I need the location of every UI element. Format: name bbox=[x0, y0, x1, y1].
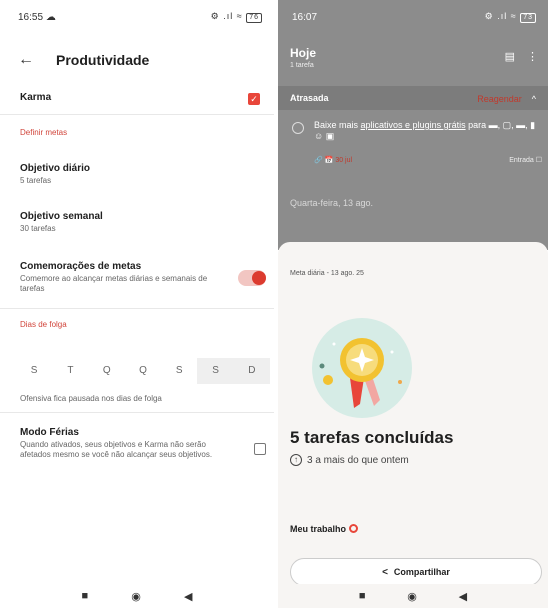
day-monday[interactable]: S bbox=[16, 358, 52, 384]
day-thursday[interactable]: Q bbox=[125, 358, 161, 384]
day-sunday[interactable]: D bbox=[233, 358, 270, 384]
celebrations-toggle[interactable] bbox=[238, 270, 266, 286]
karma-label: Karma bbox=[20, 92, 52, 103]
vacation-checkbox[interactable] bbox=[254, 443, 266, 455]
celebrations-label: Comemorações de metas bbox=[20, 261, 142, 272]
share-button[interactable]: < Compartilhar bbox=[290, 558, 542, 586]
daily-goal-label: Objetivo diário bbox=[20, 163, 91, 174]
comparison-row: ↑ 3 a mais do que ontem bbox=[290, 454, 409, 466]
header-actions: ▤ ⋮ bbox=[493, 50, 538, 63]
task-project: Entrada ☐ bbox=[509, 157, 542, 164]
android-nav-bar: ■ ◉ ◀ bbox=[0, 584, 274, 608]
celebrations-setting[interactable]: Comemorações de metas Comemore ao alcanç… bbox=[20, 261, 214, 294]
task-text-prefix: Baixe mais bbox=[314, 120, 361, 130]
day-saturday[interactable]: S bbox=[197, 358, 234, 384]
weekly-goal-label: Objetivo semanal bbox=[20, 211, 103, 222]
battery-icon: 73 bbox=[520, 13, 536, 23]
daily-goal-sheet: Meta diária - 13 ago. 25 5 tarefas concl… bbox=[278, 242, 548, 608]
days-off-selector: S T Q Q S S D bbox=[16, 358, 270, 384]
task-due-date: 🔗 📅 30 jul bbox=[314, 157, 353, 164]
celebrations-desc: Comemore ao alcançar metas diárias e sem… bbox=[20, 274, 208, 293]
weekly-goal-setting[interactable]: Objetivo semanal 30 tarefas bbox=[20, 211, 260, 234]
recents-icon[interactable]: ■ bbox=[82, 590, 89, 602]
day-wednesday[interactable]: Q bbox=[89, 358, 125, 384]
chevron-up-icon[interactable]: ^ bbox=[532, 94, 536, 104]
my-work-text: Meu trabalho bbox=[290, 524, 347, 534]
share-label: Compartilhar bbox=[393, 567, 450, 577]
back-arrow-icon[interactable]: ← bbox=[18, 51, 38, 69]
daily-goal-value: 5 tarefas bbox=[20, 176, 52, 185]
section-goals-title: Definir metas bbox=[20, 128, 68, 137]
task-project-name: Entrada bbox=[509, 157, 534, 164]
status-time: 16:07 bbox=[292, 11, 318, 23]
task-complete-checkbox[interactable] bbox=[292, 122, 304, 134]
back-icon[interactable]: ◀ bbox=[184, 590, 192, 603]
overdue-section: Atrasada Reagendar ^ bbox=[278, 86, 548, 110]
home-icon[interactable]: ◉ bbox=[131, 590, 141, 603]
task-date: 30 jul bbox=[335, 157, 353, 164]
my-work-label: Meu trabalho bbox=[290, 524, 359, 534]
target-icon bbox=[349, 524, 359, 533]
status-icons: ⚙ .ıl ≈ bbox=[210, 11, 243, 21]
share-icon: < bbox=[382, 566, 388, 578]
days-off-note-text: Ofensiva fica pausada nos dias de folga bbox=[20, 394, 162, 403]
tasks-completed-headline: 5 tarefas concluídas bbox=[290, 428, 454, 447]
vacation-label: Modo Férias bbox=[20, 427, 79, 438]
page-title: Produtividade bbox=[56, 52, 150, 68]
cloud-icon: ☁ bbox=[45, 11, 56, 23]
home-icon[interactable]: ◉ bbox=[407, 590, 417, 603]
comparison-text: 3 a mais do que ontem bbox=[307, 454, 409, 466]
today-subtitle: 1 tarefa bbox=[290, 62, 314, 69]
view-options-icon[interactable]: ▤ bbox=[505, 51, 515, 63]
karma-setting[interactable]: Karma bbox=[20, 92, 260, 103]
reschedule-button[interactable]: Reagendar bbox=[477, 94, 522, 104]
section-days-off-title: Dias de folga bbox=[20, 320, 67, 329]
more-icon[interactable]: ⋮ bbox=[527, 51, 538, 63]
section-goals: Definir metas bbox=[20, 128, 260, 137]
status-bar: 16:07 ⚙ .ıl ≈ 73 bbox=[278, 0, 548, 34]
section-days-off: Dias de folga bbox=[20, 320, 260, 329]
today-goal-screen: 16:07 ⚙ .ıl ≈ 73 Hoje 1 tarefa ▤ ⋮ Atrasa… bbox=[278, 0, 548, 608]
task-content: Baixe mais aplicativos e plugins grátis … bbox=[314, 120, 542, 142]
divider bbox=[0, 412, 274, 413]
weekly-goal-value: 30 tarefas bbox=[20, 224, 56, 233]
vacation-setting[interactable]: Modo Férias Quando ativados, seus objeti… bbox=[20, 427, 222, 460]
android-nav-bar: ■ ◉ ◀ bbox=[278, 584, 548, 608]
days-off-note: Ofensiva fica pausada nos dias de folga bbox=[20, 394, 260, 404]
status-bar: 16:55 ☁ ⚙ .ıl ≈ 76 bbox=[0, 0, 274, 34]
status-time: 16:55 bbox=[18, 11, 44, 23]
app-bar: ← Produtividade bbox=[0, 46, 274, 74]
overdue-label: Atrasada bbox=[290, 93, 329, 103]
status-icons: ⚙ .ıl ≈ bbox=[484, 11, 517, 21]
battery-icon: 76 bbox=[246, 13, 262, 23]
vacation-desc: Quando ativados, seus objetivos e Karma … bbox=[20, 440, 213, 459]
divider bbox=[0, 308, 274, 309]
today-title: Hoje bbox=[290, 46, 317, 60]
daily-goal-meta: Meta diária - 13 ago. 25 bbox=[290, 270, 364, 277]
back-icon[interactable]: ◀ bbox=[459, 590, 467, 603]
toggle-knob bbox=[252, 271, 266, 285]
karma-checkbox[interactable]: ✓ bbox=[248, 93, 260, 105]
date-section-header: Quarta-feira, 13 ago. bbox=[290, 198, 374, 208]
recents-icon[interactable]: ■ bbox=[359, 590, 366, 602]
achievement-badge-icon bbox=[312, 318, 412, 418]
daily-goal-setting[interactable]: Objetivo diário 5 tarefas bbox=[20, 163, 260, 186]
task-link[interactable]: aplicativos e plugins grátis bbox=[361, 120, 466, 130]
day-friday[interactable]: S bbox=[161, 358, 197, 384]
divider bbox=[0, 114, 274, 115]
day-tuesday[interactable]: T bbox=[52, 358, 88, 384]
today-view-dimmed: 16:07 ⚙ .ıl ≈ 73 Hoje 1 tarefa ▤ ⋮ Atrasa… bbox=[278, 0, 548, 250]
productivity-settings-screen: 16:55 ☁ ⚙ .ıl ≈ 76 ← Produtividade Karma… bbox=[0, 0, 274, 608]
arrow-up-circle-icon: ↑ bbox=[290, 454, 302, 466]
